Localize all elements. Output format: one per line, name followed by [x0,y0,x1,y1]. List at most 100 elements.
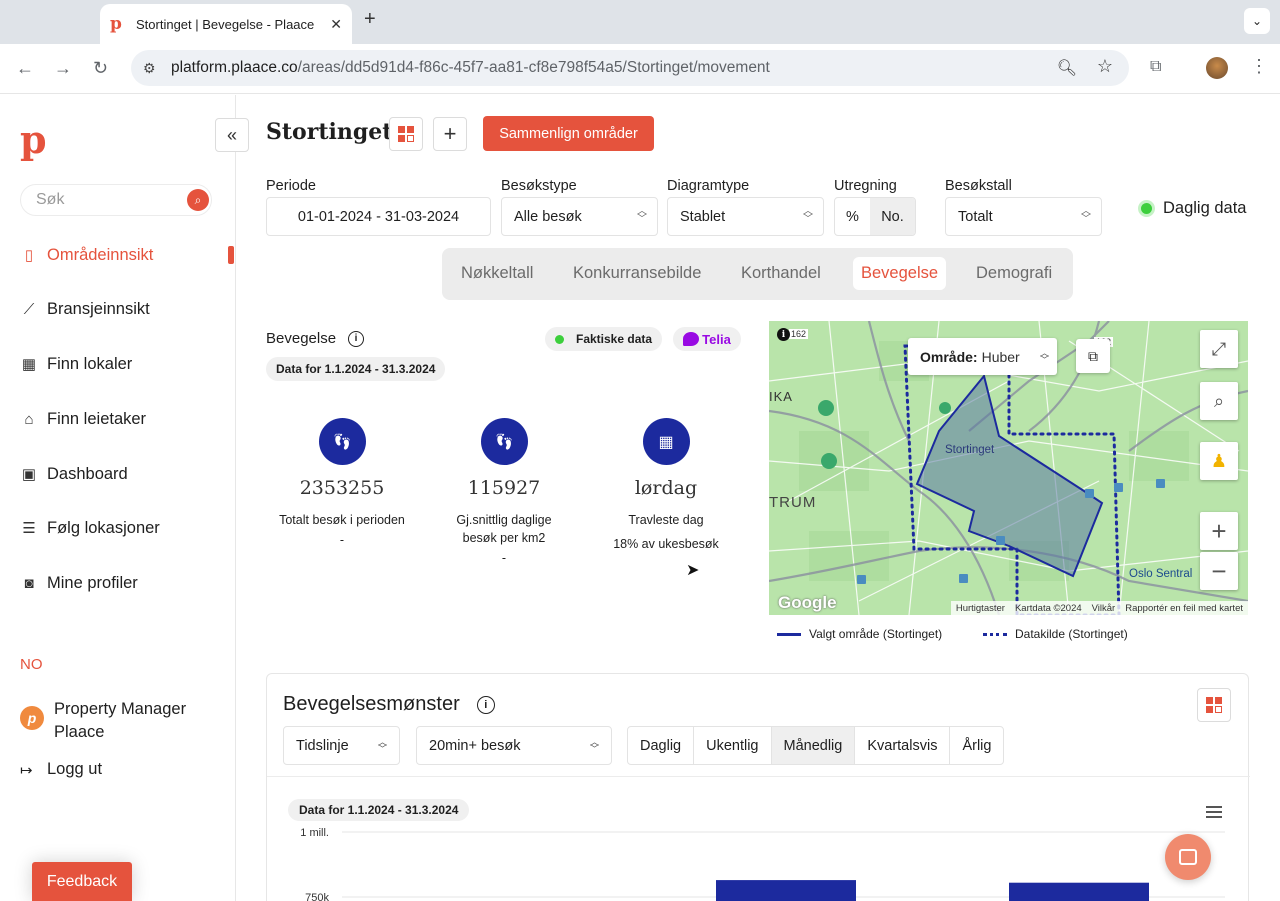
updown-chevron-icon: ︿ ﹀ [637,206,647,225]
sidebar-item-bransjeinnsikt[interactable]: ⟋ Bransjeinnsikt [20,294,230,324]
sidebar-search: ⌕ [20,184,212,216]
sidebar-item-finn-leietaker[interactable]: ⌂ Finn leietaker [20,404,230,434]
tab-demografi[interactable]: Demografi [968,257,1060,290]
data-range-badge: Data for 1.1.2024 - 31.3.2024 [266,357,446,381]
footsteps-icon: 👣︎ [480,418,528,465]
back-icon[interactable]: ← [16,58,34,79]
percent-option[interactable]: % [835,198,870,235]
new-tab-icon[interactable]: + [364,8,376,31]
report-error-link[interactable]: Rapportér en feil med kartet [1125,603,1243,614]
bar-3[interactable] [1009,882,1149,901]
google-logo: Google [778,593,837,612]
info-icon[interactable]: i [348,330,365,347]
logout-link[interactable]: ↦ Logg ut [20,760,102,779]
plus-icon: + [443,121,457,146]
sidebar-item-mine-profiler[interactable]: ◙ Mine profiler [20,568,230,598]
card-title: Bevegelsesmønster i [283,693,495,716]
green-dot-icon [555,334,564,344]
extensions-icon[interactable]: ⧉ [1150,58,1161,76]
fullscreen-icon: ⤢ [1211,338,1227,359]
search-icon[interactable]: ⌕ [187,189,209,211]
feedback-button[interactable]: Feedback [32,862,132,901]
collapse-sidebar-button[interactable]: « [215,118,249,152]
kpi-total-visits: 👣︎ 2353255 Totalt besøk i perioden - [262,418,422,547]
zoom-in-button[interactable]: + [1200,512,1238,550]
view-select[interactable]: Tidslinje ︿ ﹀ [283,726,400,765]
browser-menu-icon[interactable]: ⋮ [1250,56,1268,77]
chat-button[interactable] [1165,834,1211,880]
street-view-pegman[interactable]: ♟ [1200,442,1238,480]
bar-2[interactable] [716,880,856,901]
diagramtype-select[interactable]: Stablet ︿ ﹀ [667,197,824,236]
reload-icon[interactable]: ↻ [93,58,108,79]
periode-label: Periode [266,178,316,194]
updown-chevron-icon: ︿ ﹀ [589,737,599,754]
page-title: Stortinget [266,119,393,145]
minus-icon: − [1211,555,1227,586]
utregning-toggle: % No. [834,197,916,236]
double-chevron-left-icon: « [226,124,237,145]
bookmark-star-icon[interactable]: ☆ [1097,56,1113,77]
legend-selected-area: Valgt område (Stortinget) [777,627,942,641]
store-icon: ⌂ [24,410,34,428]
period-arlig[interactable]: Årlig [950,727,1003,764]
pegman-icon: ♟ [1210,450,1228,471]
periode-field[interactable]: 01-01-2024 - 31-03-2024 [266,197,491,236]
chart-menu-icon[interactable] [1206,806,1222,821]
visit-duration-select[interactable]: 20min+ besøk ︿ ﹀ [416,726,612,765]
forward-icon[interactable]: → [54,58,72,79]
terms-link[interactable]: Vilkår [1092,603,1116,614]
page-tabs: Nøkkeltall Konkurransebilde Korthandel B… [442,248,1073,300]
telia-mark-icon [683,332,700,346]
diagramtype-label: Diagramtype [667,178,750,194]
period-kvartalsvis[interactable]: Kvartalsvis [855,727,951,764]
period-ukentlig[interactable]: Ukentlig [694,727,772,764]
language-switch[interactable]: NO [20,656,43,673]
search-input[interactable] [36,191,176,209]
tab-title: Stortinget | Bevegelse - Plaace [136,16,315,32]
mouse-cursor-icon: ➤ [686,562,700,579]
info-icon[interactable]: i [476,695,495,714]
plaace-logo[interactable]: p [20,120,47,160]
tab-korthandel[interactable]: Korthandel [733,257,829,290]
add-button[interactable]: + [433,117,467,151]
keyboard-shortcuts-link[interactable]: Hurtigtaster [956,603,1005,614]
tab-bevegelse[interactable]: Bevegelse [853,257,947,290]
add-to-dashboard-button[interactable] [389,117,423,151]
close-tab-icon[interactable]: ✕ [330,16,342,33]
user-profile[interactable]: p Property Manager Plaace [20,698,214,744]
sidebar-item-omradeinnsikt[interactable]: ▯ Områdeinnsikt [20,240,230,270]
y-tick-label: 750k [305,892,329,901]
sidebar-item-finn-lokaler[interactable]: ▦ Finn lokaler [20,349,230,379]
tab-nokkeltall[interactable]: Nøkkeltall [453,257,541,290]
number-option[interactable]: No. [870,198,915,235]
telia-logo: Telia [673,327,741,351]
add-to-dashboard-button[interactable] [1197,688,1231,722]
area-map[interactable]: 162 162 IKA Stortinget TRUM Oslo Sentral… [769,321,1248,615]
besokstype-select[interactable]: Alle besøk ︿ ﹀ [501,197,658,236]
copy-map-button[interactable]: ⧉ [1076,339,1110,373]
sidebar: p ⌕ ▯ Områdeinnsikt ⟋ Bransjeinnsikt ▦ F… [0,95,236,901]
site-settings-icon[interactable]: ⚙ [143,60,161,77]
address-bar[interactable]: ⚙ platform.plaace.co/areas/dd5d91d4-f86c… [131,50,1129,86]
profile-avatar[interactable] [1206,57,1228,79]
compare-areas-button[interactable]: Sammenlign områder [483,116,654,151]
sidebar-item-dashboard[interactable]: ▣ Dashboard [20,459,230,489]
browser-tab[interactable]: p Stortinget | Bevegelse - Plaace ✕ [100,4,352,44]
besokstall-select[interactable]: Totalt ︿ ﹀ [945,197,1102,236]
tab-konkurransebilde[interactable]: Konkurransebilde [565,257,709,290]
chart-data-range-badge: Data for 1.1.2024 - 31.3.2024 [288,799,470,821]
tab-search-chevron-icon[interactable]: ⌄ [1244,8,1270,34]
map-search-button[interactable]: ⌕ [1200,382,1238,420]
period-daglig[interactable]: Daglig [628,727,695,764]
period-manedlig[interactable]: Månedlig [771,727,856,764]
area-select[interactable]: Område: Huber ︿ ﹀ [908,338,1057,375]
zoom-icon[interactable]: 🔍︎ [1057,58,1077,78]
sidebar-item-folg-lokasjoner[interactable]: ☰ Følg lokasjoner [20,513,230,543]
logout-icon: ↦ [20,761,33,779]
zoom-out-button[interactable]: − [1200,552,1238,590]
map-info-icon[interactable]: i [777,328,790,341]
y-tick-label: 1 mill. [300,827,329,839]
fullscreen-button[interactable]: ⤢ [1200,330,1238,368]
plus-icon: + [1211,515,1227,546]
